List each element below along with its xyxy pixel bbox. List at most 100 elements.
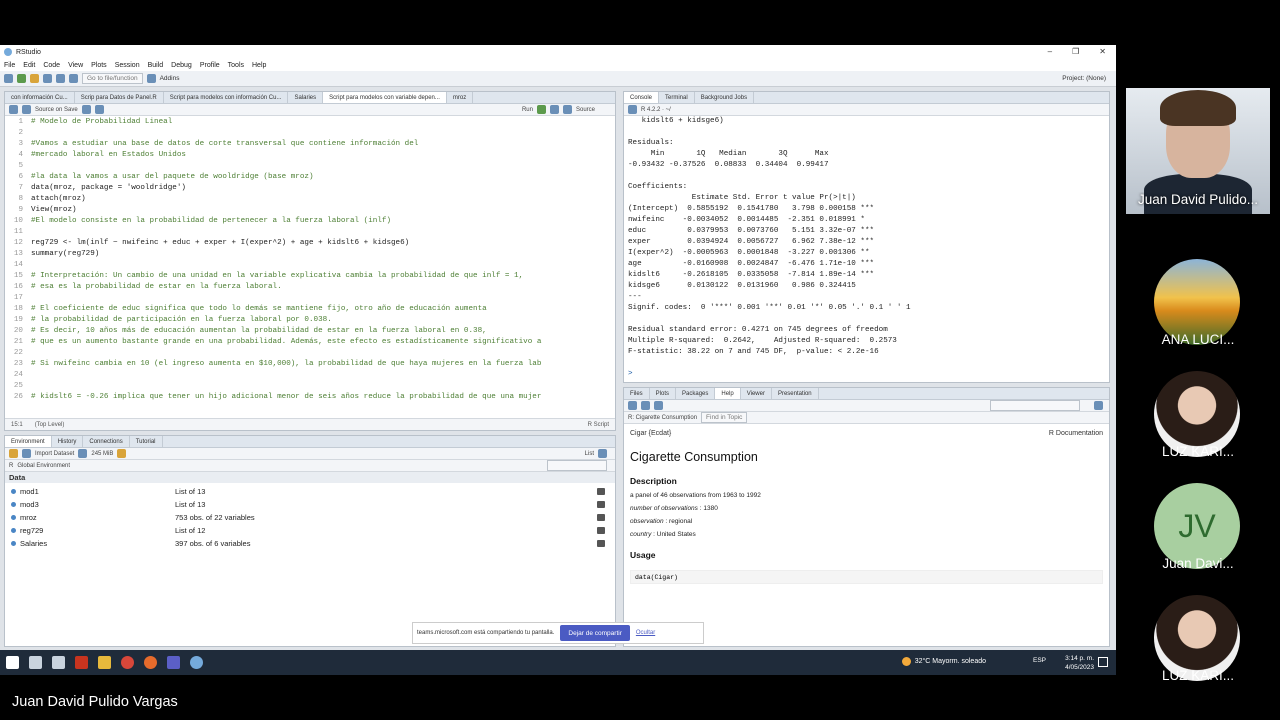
refresh-icon[interactable]	[598, 449, 607, 458]
powerpoint-icon[interactable]	[75, 656, 88, 669]
menu-item-plots[interactable]: Plots	[91, 62, 107, 69]
environment-row[interactable]: reg729 List of 12	[5, 524, 615, 536]
help-tab[interactable]: Packages	[676, 388, 716, 399]
new-file-icon[interactable]	[4, 74, 13, 83]
help-tab[interactable]: Help	[715, 388, 741, 399]
open-file-icon[interactable]	[30, 74, 39, 83]
save-workspace-icon[interactable]	[22, 449, 31, 458]
load-workspace-icon[interactable]	[9, 449, 18, 458]
console-tab[interactable]: Background Jobs	[695, 92, 755, 103]
help-tab[interactable]: Plots	[650, 388, 677, 399]
rstudio-taskbar-icon[interactable]	[190, 656, 203, 669]
up-arrow-icon[interactable]	[549, 105, 559, 114]
source-button[interactable]: Source	[576, 107, 595, 113]
view-table-icon[interactable]	[597, 539, 605, 547]
menu-item-session[interactable]: Session	[115, 62, 140, 69]
source-tab[interactable]: Script para modelos con información Cu..…	[164, 92, 289, 103]
help-search-input[interactable]	[990, 400, 1080, 411]
filetype-indicator[interactable]: R Script	[588, 422, 609, 428]
run-button[interactable]: Run	[522, 107, 533, 113]
view-table-icon[interactable]	[597, 513, 605, 521]
source-on-save-checkbox[interactable]: Source on Save	[35, 107, 78, 113]
environment-row[interactable]: mroz 753 obs. of 22 variables	[5, 511, 615, 523]
environment-row[interactable]: mod1 List of 13	[5, 485, 615, 497]
menu-item-tools[interactable]: Tools	[228, 62, 244, 69]
code-editor[interactable]: 1 # Modelo de Probabilidad Lineal 2 3 #Vamos…	[5, 117, 615, 418]
source-tab[interactable]: Salaries	[288, 92, 324, 103]
goto-file-input[interactable]: Go to file/function	[82, 73, 143, 84]
menu-item-help[interactable]: Help	[252, 62, 266, 69]
source-tab[interactable]: mroz	[447, 92, 474, 103]
source-tab[interactable]: Scrip para Datos de Panel.R	[75, 92, 164, 103]
memory-usage[interactable]: 245 MiB	[91, 451, 113, 457]
help-topic-select[interactable]: R: Cigarette Consumption	[628, 415, 697, 421]
taskbar-clock[interactable]: 3:14 p. m. 4/05/2023	[1065, 654, 1094, 672]
search-icon[interactable]	[81, 105, 91, 114]
wand-icon[interactable]	[94, 105, 104, 114]
source-tab[interactable]: Script para modelos con variable depen..…	[323, 92, 447, 103]
environment-tab[interactable]: Connections	[83, 436, 130, 447]
print-icon[interactable]	[69, 74, 78, 83]
weather-widget[interactable]: 32°C Mayorm. soleado	[901, 657, 986, 666]
search-icon[interactable]	[29, 656, 42, 669]
environment-row[interactable]: mod3 List of 13	[5, 498, 615, 510]
environment-tab[interactable]: Tutorial	[130, 436, 163, 447]
hide-link[interactable]: Ocultar	[636, 630, 655, 636]
participant-tile[interactable]: LUZ KARI...	[1126, 368, 1270, 476]
find-in-topic-input[interactable]: Find in Topic	[701, 412, 748, 423]
participant-tile[interactable]: ANA LUCI...	[1126, 256, 1270, 364]
participant-tile[interactable]: LUZ KARI...	[1126, 592, 1270, 700]
help-tab[interactable]: Presentation	[772, 388, 819, 399]
workspace-panes-icon[interactable]	[146, 74, 156, 83]
home-icon[interactable]	[654, 401, 663, 410]
notifications-icon[interactable]	[1098, 657, 1108, 667]
environment-search-input[interactable]	[547, 460, 607, 471]
refresh-icon[interactable]	[1094, 401, 1103, 410]
broom-icon[interactable]	[117, 449, 127, 458]
menu-item-profile[interactable]: Profile	[200, 62, 220, 69]
stop-sharing-button[interactable]: Dejar de compartir	[560, 625, 630, 641]
import-dataset-button[interactable]: Import Dataset	[35, 451, 74, 457]
participant-tile[interactable]: JV Juan Davi...	[1126, 480, 1270, 588]
save-all-icon[interactable]	[56, 74, 65, 83]
maximize-icon[interactable]: ❐	[1072, 47, 1079, 56]
environment-tab[interactable]: History	[52, 436, 84, 447]
task-view-icon[interactable]	[52, 656, 65, 669]
scope-select[interactable]: Global Environment	[17, 463, 70, 469]
view-mode-select[interactable]: List	[585, 451, 594, 457]
participant-tile[interactable]: Juan David Pulido...	[1126, 88, 1270, 214]
search-icon[interactable]	[597, 526, 605, 534]
search-icon[interactable]	[597, 500, 605, 508]
menu-item-debug[interactable]: Debug	[171, 62, 192, 69]
close-icon[interactable]: ✕	[1099, 47, 1106, 56]
back-icon[interactable]	[628, 401, 637, 410]
language-indicator[interactable]: ESP	[1033, 657, 1046, 664]
console-output[interactable]: kidslt6 + kidsge6) Residuals: Min 1Q Medi…	[628, 116, 1103, 382]
console-tab[interactable]: Terminal	[659, 92, 695, 103]
save-icon[interactable]	[43, 74, 52, 83]
menu-item-build[interactable]: Build	[148, 62, 164, 69]
menu-item-code[interactable]: Code	[43, 62, 60, 69]
scope-indicator[interactable]: (Top Level)	[35, 422, 65, 428]
environment-tab[interactable]: Environment	[5, 436, 52, 447]
addins-menu[interactable]: Addins	[160, 75, 180, 82]
minimize-icon[interactable]: –	[1048, 47, 1052, 56]
menu-item-file[interactable]: File	[4, 62, 15, 69]
source-tab[interactable]: con información Cu...	[5, 92, 75, 103]
chrome-icon[interactable]	[121, 656, 134, 669]
menu-item-edit[interactable]: Edit	[23, 62, 35, 69]
help-tab[interactable]: Files	[624, 388, 650, 399]
rerun-icon[interactable]	[536, 105, 546, 114]
environment-row[interactable]: Salaries 397 obs. of 6 variables	[5, 537, 615, 549]
new-project-icon[interactable]	[17, 74, 26, 83]
save-icon[interactable]	[22, 105, 31, 114]
back-icon[interactable]	[9, 105, 18, 114]
firefox-icon[interactable]	[144, 656, 157, 669]
file-explorer-icon[interactable]	[98, 656, 111, 669]
console-tab[interactable]: Console	[624, 92, 660, 103]
project-menu[interactable]: Project: (None)	[1062, 75, 1106, 82]
teams-icon[interactable]	[167, 656, 180, 669]
forward-icon[interactable]	[641, 401, 650, 410]
help-tab[interactable]: Viewer	[741, 388, 772, 399]
menu-item-view[interactable]: View	[68, 62, 83, 69]
